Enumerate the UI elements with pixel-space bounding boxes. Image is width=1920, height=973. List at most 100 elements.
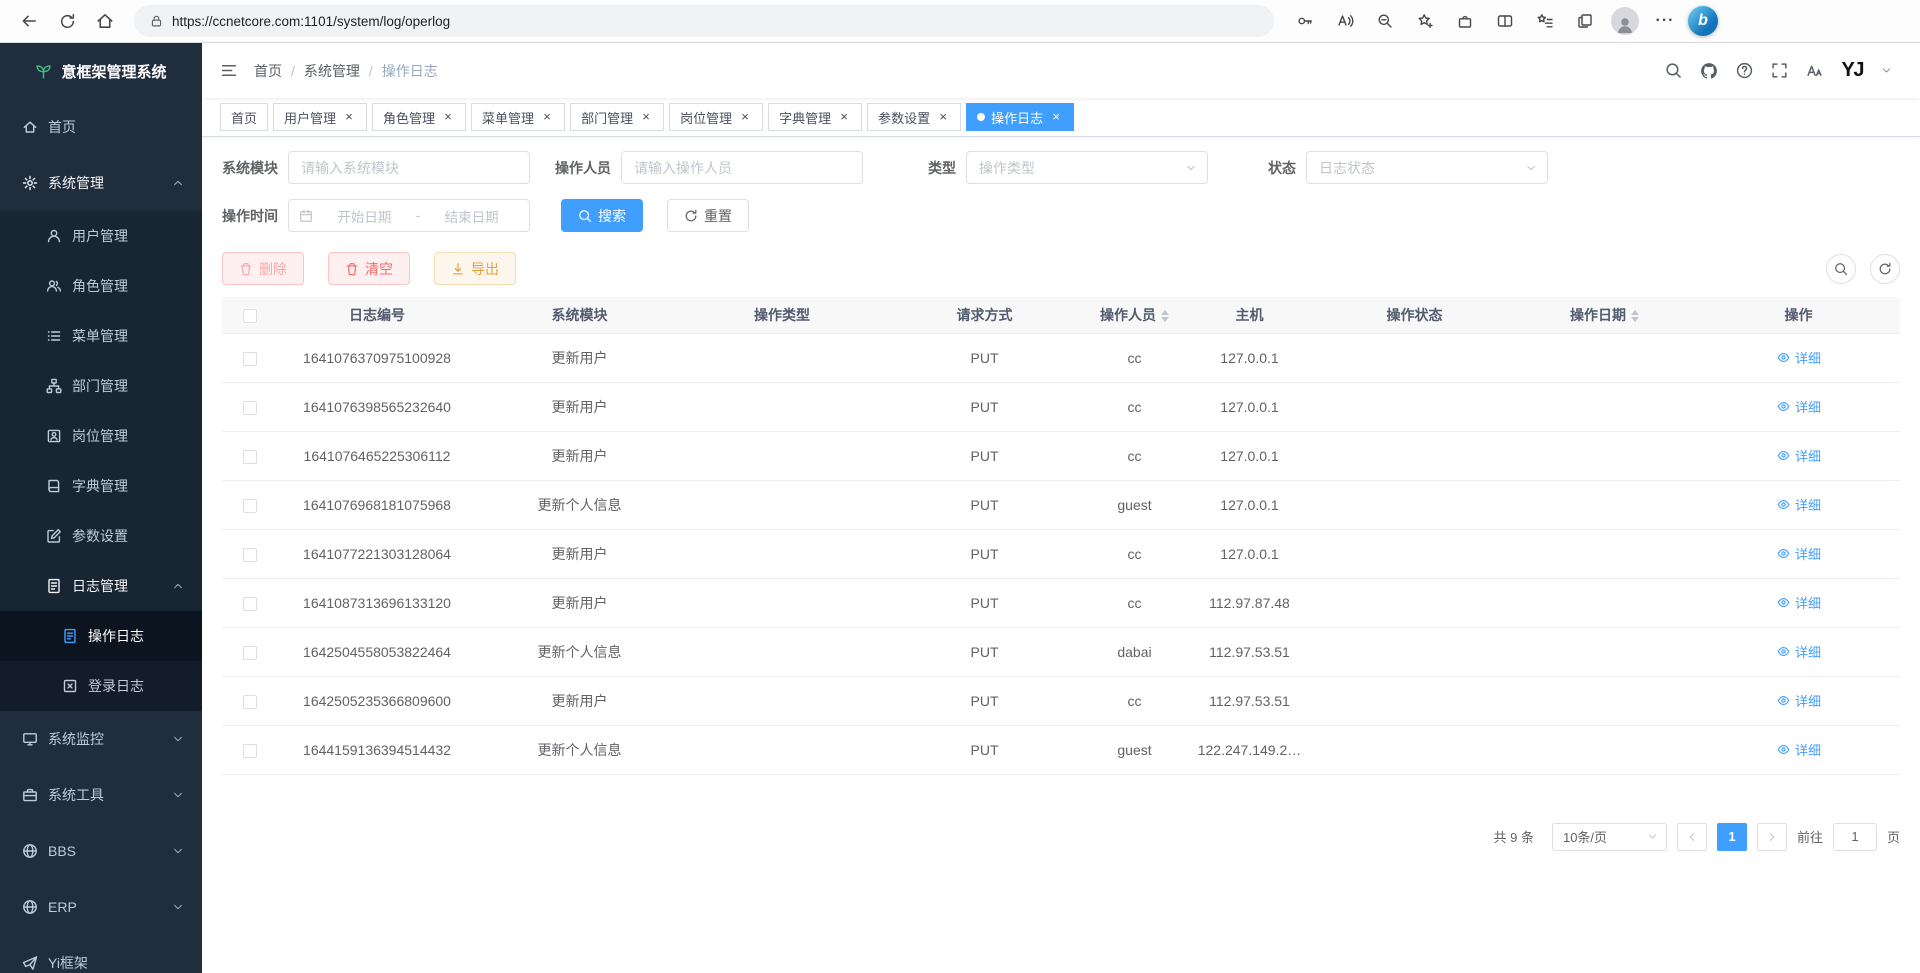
detail-link[interactable]: 详细 [1776,446,1821,465]
collections-icon[interactable] [1568,4,1602,38]
tab-menu-management[interactable]: 菜单管理× [471,103,565,131]
tab-role-management[interactable]: 角色管理× [372,103,466,131]
export-button[interactable]: 导出 [434,252,516,285]
row-checkbox[interactable] [243,646,257,660]
tab-home[interactable]: 首页 [220,103,268,131]
split-screen-icon[interactable] [1488,4,1522,38]
detail-link[interactable]: 详细 [1776,495,1821,514]
close-icon[interactable]: × [837,110,851,124]
select-all-checkbox[interactable] [243,309,257,323]
row-checkbox[interactable] [243,499,257,513]
toggle-search-button[interactable] [1826,254,1856,284]
row-checkbox[interactable] [243,597,257,611]
date-end-placeholder[interactable]: 结束日期 [424,206,519,226]
breadcrumb-home[interactable]: 首页 [254,61,282,81]
browser-refresh-button[interactable] [48,3,86,39]
close-icon[interactable]: × [441,110,455,124]
col-date[interactable]: 操作日期 [1512,297,1697,333]
sidebar-item-system-tools[interactable]: 系统工具 [0,767,202,823]
close-icon[interactable]: × [738,110,752,124]
detail-link[interactable]: 详细 [1776,642,1821,661]
current-page-button[interactable]: 1 [1717,823,1747,851]
date-start-placeholder[interactable]: 开始日期 [317,206,412,226]
sidebar-item-log-management[interactable]: 日志管理 [0,561,202,611]
close-icon[interactable]: × [639,110,653,124]
sidebar-toggle-button[interactable] [220,62,238,79]
close-icon[interactable]: × [342,110,356,124]
tab-param-settings[interactable]: 参数设置× [867,103,961,131]
user-logo[interactable]: YJ [1842,59,1863,82]
tab-dict-management[interactable]: 字典管理× [768,103,862,131]
sidebar-item-department-management[interactable]: 部门管理 [0,361,202,411]
detail-link[interactable]: 详细 [1776,397,1821,416]
detail-link[interactable]: 详细 [1776,544,1821,563]
type-select[interactable]: 操作类型 [966,151,1208,184]
sidebar-item-system-monitor[interactable]: 系统监控 [0,711,202,767]
url-text[interactable]: https://ccnetcore.com:1101/system/log/op… [172,14,450,29]
tab-post-management[interactable]: 岗位管理× [669,103,763,131]
extensions-icon[interactable] [1448,4,1482,38]
sort-caret-icon[interactable] [1161,310,1169,322]
operator-input[interactable] [634,160,850,176]
browser-back-button[interactable] [10,3,48,39]
tab-user-management[interactable]: 用户管理× [273,103,367,131]
row-checkbox[interactable] [243,744,257,758]
user-dropdown-caret[interactable] [1881,65,1892,76]
read-aloud-icon[interactable] [1328,4,1362,38]
browser-profile-avatar[interactable] [1608,4,1642,38]
sidebar-item-user-management[interactable]: 用户管理 [0,211,202,261]
search-button[interactable]: 搜索 [561,199,643,232]
header-search-button[interactable] [1665,62,1682,79]
page-size-select[interactable]: 10条/页 [1552,823,1667,851]
sidebar-item-yi-framework[interactable]: Yi框架 [0,935,202,973]
clear-button[interactable]: 清空 [328,252,410,285]
sidebar-item-system-management[interactable]: 系统管理 [0,155,202,211]
favorites-bar-icon[interactable] [1528,4,1562,38]
sidebar-item-role-management[interactable]: 角色管理 [0,261,202,311]
sidebar-item-home[interactable]: 首页 [0,99,202,155]
detail-link[interactable]: 详细 [1776,593,1821,612]
tab-department-management[interactable]: 部门管理× [570,103,664,131]
bing-copilot-icon[interactable]: b [1688,6,1718,36]
col-operator[interactable]: 操作人员 [1087,297,1182,333]
detail-link[interactable]: 详细 [1776,691,1821,710]
next-page-button[interactable] [1757,823,1787,851]
status-select[interactable]: 日志状态 [1306,151,1548,184]
address-bar[interactable]: https://ccnetcore.com:1101/system/log/op… [134,5,1274,37]
sidebar-item-erp[interactable]: ERP [0,879,202,935]
tab-operation-log[interactable]: 操作日志× [966,103,1074,131]
sidebar-item-bbs[interactable]: BBS [0,823,202,879]
sidebar-item-menu-management[interactable]: 菜单管理 [0,311,202,361]
breadcrumb-system-management[interactable]: 系统管理 [304,61,360,81]
row-checkbox[interactable] [243,450,257,464]
fullscreen-button[interactable] [1771,62,1788,79]
more-menu-icon[interactable]: ··· [1648,4,1682,38]
font-size-button[interactable] [1806,62,1824,79]
close-icon[interactable]: × [1049,110,1063,124]
browser-home-button[interactable] [86,3,124,39]
module-input[interactable] [301,160,517,176]
row-checkbox[interactable] [243,548,257,562]
reset-button[interactable]: 重置 [667,199,749,232]
refresh-table-button[interactable] [1870,254,1900,284]
help-button[interactable] [1736,62,1753,79]
sort-caret-icon[interactable] [1631,310,1639,322]
date-range-picker[interactable]: 开始日期 - 结束日期 [288,199,530,232]
sidebar-item-operation-log[interactable]: 操作日志 [0,611,202,661]
sidebar-item-login-log[interactable]: 登录日志 [0,661,202,711]
sidebar-item-param-settings[interactable]: 参数设置 [0,511,202,561]
row-checkbox[interactable] [243,695,257,709]
row-checkbox[interactable] [243,401,257,415]
zoom-out-icon[interactable] [1368,4,1402,38]
add-favorite-star-icon[interactable] [1408,4,1442,38]
prev-page-button[interactable] [1677,823,1707,851]
close-icon[interactable]: × [540,110,554,124]
close-icon[interactable]: × [936,110,950,124]
detail-link[interactable]: 详细 [1776,348,1821,367]
sidebar-item-post-management[interactable]: 岗位管理 [0,411,202,461]
password-key-icon[interactable] [1288,4,1322,38]
detail-link[interactable]: 详细 [1776,740,1821,759]
sidebar-item-dict-management[interactable]: 字典管理 [0,461,202,511]
github-link[interactable] [1700,62,1718,80]
row-checkbox[interactable] [243,352,257,366]
